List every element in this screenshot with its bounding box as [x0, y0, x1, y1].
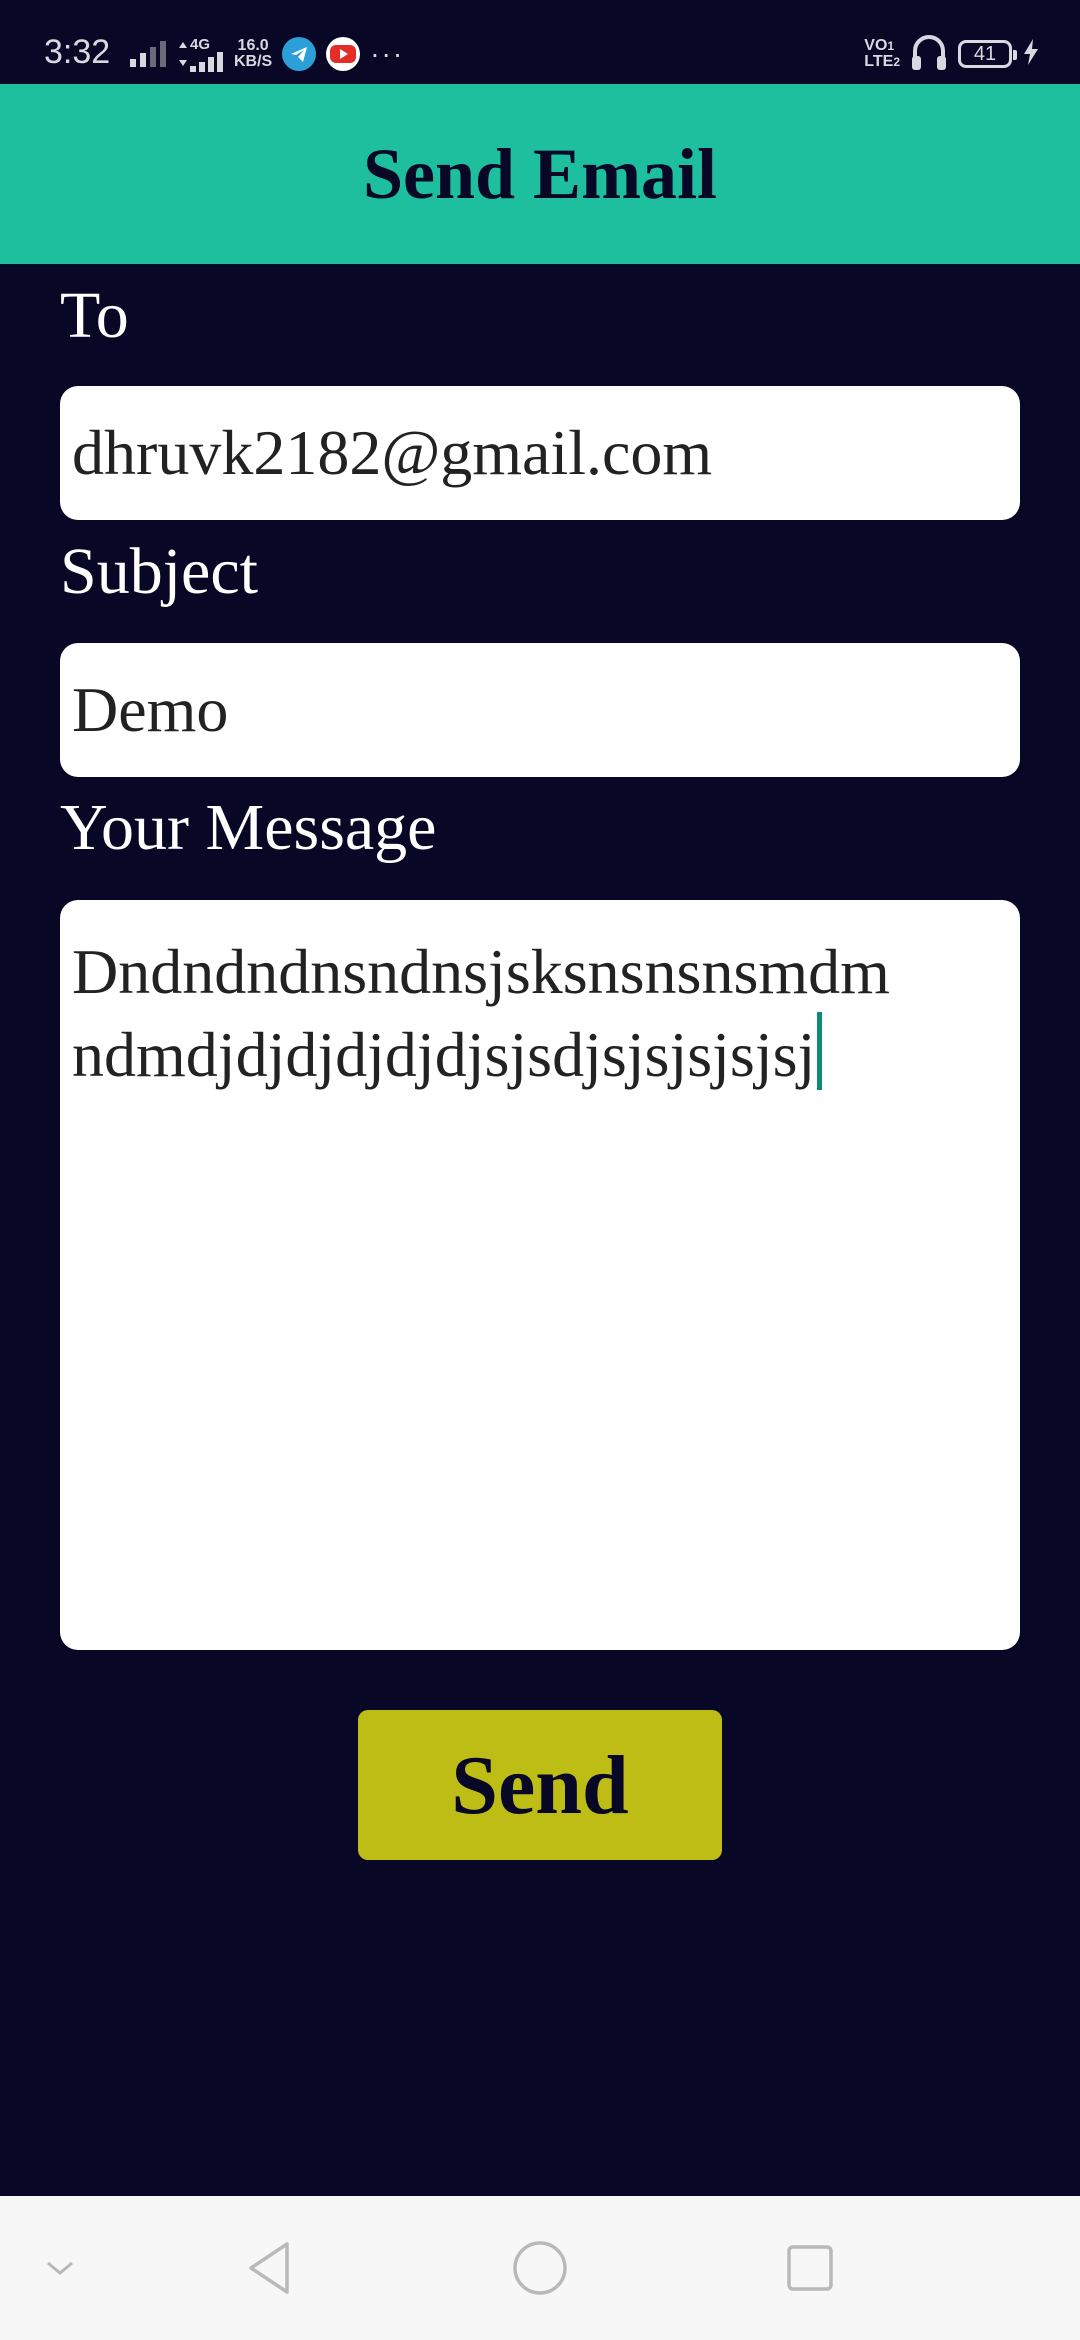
- message-label: Your Message: [60, 791, 437, 864]
- text-cursor: [817, 1012, 823, 1090]
- telegram-icon: [282, 37, 317, 71]
- more-notifications: ···: [370, 38, 405, 69]
- page-title: Send Email: [362, 133, 718, 214]
- battery-icon: 41: [958, 40, 1017, 68]
- navigation-bar: [0, 2196, 1080, 2340]
- signal-4g-icon: 4G: [178, 37, 224, 72]
- subject-field[interactable]: Demo: [60, 643, 1020, 777]
- network-type: 4G: [190, 35, 211, 53]
- status-right-icons: VO1 LTE2 41: [864, 32, 1040, 76]
- message-line-2: ndmdjdjdjdjdjdjsjsdjsjsjsjsjsj: [72, 1012, 1008, 1095]
- to-field[interactable]: dhruvk2182@gmail.com: [60, 386, 1020, 520]
- volte-indicator: VO1 LTE2: [864, 37, 900, 70]
- status-time: 3:32: [44, 33, 111, 71]
- to-label: To: [60, 279, 129, 352]
- recents-icon[interactable]: [770, 2196, 850, 2340]
- to-field-value: dhruvk2182@gmail.com: [72, 417, 713, 488]
- status-bar: 3:32 4G 16.0 KB/S ··· VO1 LTE2 41: [0, 0, 1080, 84]
- status-left-icons: 4G 16.0 KB/S ···: [128, 34, 404, 74]
- charging-icon: [1022, 38, 1040, 71]
- back-icon[interactable]: [230, 2196, 310, 2340]
- subject-field-value: Demo: [72, 674, 229, 745]
- subject-label: Subject: [60, 535, 258, 608]
- youtube-icon: [326, 37, 361, 71]
- signal-icon: [128, 37, 168, 72]
- send-button[interactable]: Send: [358, 1710, 722, 1860]
- chevron-down-icon[interactable]: [30, 2196, 90, 2340]
- home-icon[interactable]: [500, 2196, 580, 2340]
- headphones-icon: [910, 32, 948, 77]
- message-line-1: Dndndndnsndnsjsksnsnsnsmdm: [72, 936, 890, 1007]
- network-speed: 16.0 KB/S: [234, 37, 273, 70]
- data-arrows-icon: [179, 42, 187, 66]
- message-field[interactable]: Dndndndnsndnsjsksnsnsnsmdm ndmdjdjdjdjdj…: [60, 900, 1020, 1650]
- app-bar: Send Email: [0, 84, 1080, 264]
